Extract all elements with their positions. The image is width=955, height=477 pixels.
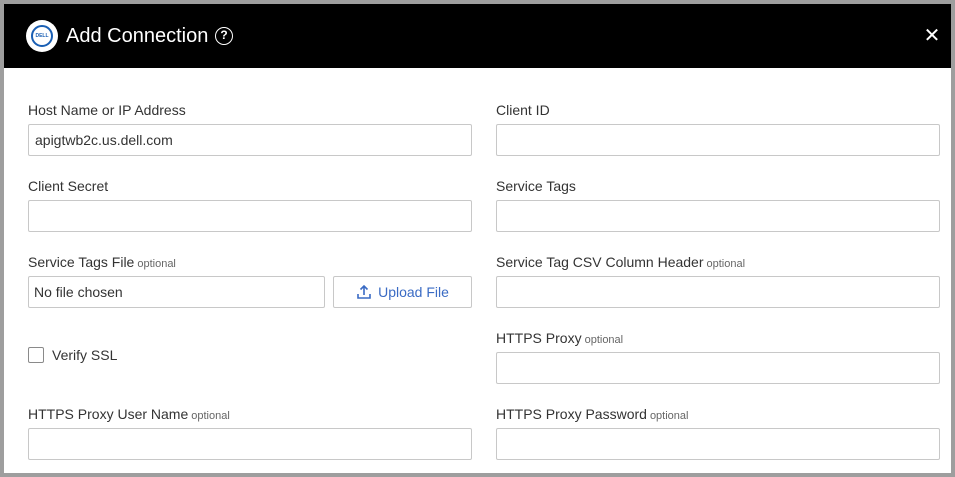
- proxy-password-input[interactable]: [496, 428, 940, 460]
- optional-tag: optional: [584, 334, 624, 346]
- service-tags-label: Service Tags: [496, 178, 576, 194]
- optional-tag: optional: [137, 258, 176, 270]
- proxy-user-input[interactable]: [28, 428, 472, 460]
- dell-logo-text: DELL: [31, 25, 53, 47]
- csv-header-label-text: Service Tag CSV Column Header: [496, 254, 704, 270]
- csv-header-label: Service Tag CSV Column Header optional: [496, 254, 745, 272]
- https-proxy-label: HTTPS Proxy optional: [496, 330, 623, 348]
- upload-file-label: Upload File: [378, 284, 449, 300]
- close-icon[interactable]: ✕: [922, 26, 942, 46]
- verify-ssl-label: Verify SSL: [52, 347, 118, 363]
- service-tags-file-label-text: Service Tags File: [28, 254, 135, 270]
- optional-tag: optional: [191, 410, 230, 422]
- client-id-input[interactable]: [496, 124, 940, 156]
- help-circle-icon[interactable]: ?: [215, 27, 233, 45]
- proxy-password-label: HTTPS Proxy Password optional: [496, 406, 688, 424]
- host-input[interactable]: [28, 124, 472, 156]
- client-secret-label: Client Secret: [28, 178, 109, 194]
- client-id-label: Client ID: [496, 102, 550, 118]
- csv-header-input[interactable]: [496, 276, 940, 308]
- upload-file-button[interactable]: Upload File: [333, 276, 472, 308]
- dell-logo: DELL: [26, 20, 58, 52]
- dialog-title: Add Connection: [66, 25, 209, 47]
- verify-ssl-checkbox[interactable]: [28, 347, 44, 363]
- upload-icon: [357, 284, 371, 299]
- proxy-user-label: HTTPS Proxy User Name optional: [28, 406, 230, 424]
- add-connection-dialog: DELL Add Connection ? ✕ Host Name or IP …: [4, 4, 951, 473]
- dialog-header: DELL Add Connection ? ✕: [4, 4, 951, 68]
- https-proxy-label-text: HTTPS Proxy: [496, 330, 582, 346]
- client-secret-input[interactable]: [28, 200, 472, 232]
- service-tags-input[interactable]: [496, 200, 940, 232]
- proxy-password-label-text: HTTPS Proxy Password: [496, 406, 647, 422]
- file-chosen-display: No file chosen: [28, 276, 325, 308]
- host-label: Host Name or IP Address: [28, 102, 186, 118]
- https-proxy-input[interactable]: [496, 352, 940, 384]
- proxy-user-label-text: HTTPS Proxy User Name: [28, 406, 189, 422]
- service-tags-file-label: Service Tags File optional: [28, 254, 176, 272]
- optional-tag: optional: [706, 258, 746, 270]
- optional-tag: optional: [649, 410, 689, 422]
